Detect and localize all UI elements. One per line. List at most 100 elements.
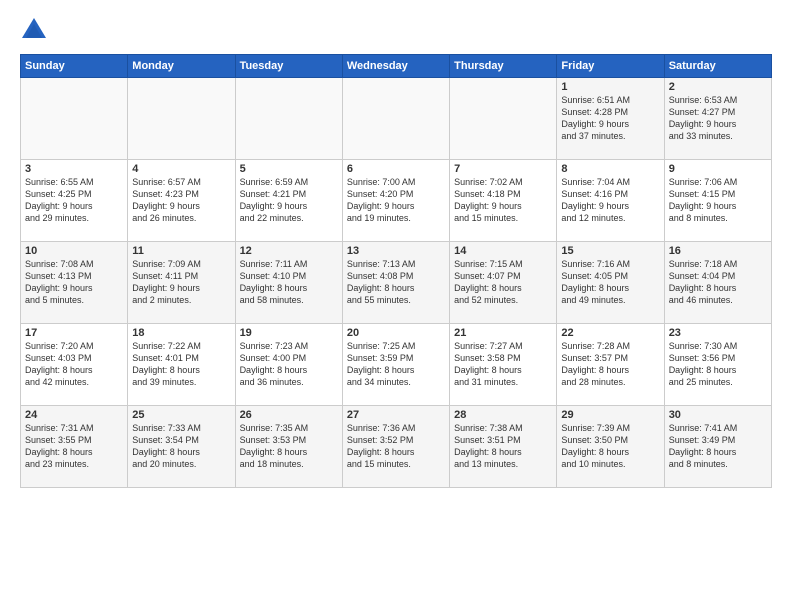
day-info: Sunrise: 7:16 AM Sunset: 4:05 PM Dayligh… (561, 258, 659, 307)
day-info: Sunrise: 6:53 AM Sunset: 4:27 PM Dayligh… (669, 94, 767, 143)
day-info: Sunrise: 7:00 AM Sunset: 4:20 PM Dayligh… (347, 176, 445, 225)
calendar-cell: 6Sunrise: 7:00 AM Sunset: 4:20 PM Daylig… (342, 160, 449, 242)
calendar-cell: 19Sunrise: 7:23 AM Sunset: 4:00 PM Dayli… (235, 324, 342, 406)
calendar-cell: 7Sunrise: 7:02 AM Sunset: 4:18 PM Daylig… (450, 160, 557, 242)
calendar-cell: 28Sunrise: 7:38 AM Sunset: 3:51 PM Dayli… (450, 406, 557, 488)
day-number: 7 (454, 163, 552, 175)
weekday-header-tuesday: Tuesday (235, 55, 342, 78)
calendar-cell: 4Sunrise: 6:57 AM Sunset: 4:23 PM Daylig… (128, 160, 235, 242)
weekday-header-saturday: Saturday (664, 55, 771, 78)
calendar-cell: 13Sunrise: 7:13 AM Sunset: 4:08 PM Dayli… (342, 242, 449, 324)
calendar-cell: 9Sunrise: 7:06 AM Sunset: 4:15 PM Daylig… (664, 160, 771, 242)
calendar-cell: 15Sunrise: 7:16 AM Sunset: 4:05 PM Dayli… (557, 242, 664, 324)
day-number: 5 (240, 163, 338, 175)
day-number: 23 (669, 327, 767, 339)
calendar-cell: 24Sunrise: 7:31 AM Sunset: 3:55 PM Dayli… (21, 406, 128, 488)
calendar-cell (450, 78, 557, 160)
calendar-cell: 3Sunrise: 6:55 AM Sunset: 4:25 PM Daylig… (21, 160, 128, 242)
day-info: Sunrise: 7:08 AM Sunset: 4:13 PM Dayligh… (25, 258, 123, 307)
day-number: 1 (561, 81, 659, 93)
day-number: 13 (347, 245, 445, 257)
calendar-cell: 8Sunrise: 7:04 AM Sunset: 4:16 PM Daylig… (557, 160, 664, 242)
calendar-cell: 16Sunrise: 7:18 AM Sunset: 4:04 PM Dayli… (664, 242, 771, 324)
weekday-header-sunday: Sunday (21, 55, 128, 78)
day-info: Sunrise: 6:59 AM Sunset: 4:21 PM Dayligh… (240, 176, 338, 225)
day-number: 28 (454, 409, 552, 421)
day-info: Sunrise: 6:55 AM Sunset: 4:25 PM Dayligh… (25, 176, 123, 225)
day-info: Sunrise: 7:38 AM Sunset: 3:51 PM Dayligh… (454, 422, 552, 471)
day-number: 21 (454, 327, 552, 339)
weekday-header-friday: Friday (557, 55, 664, 78)
calendar-cell: 29Sunrise: 7:39 AM Sunset: 3:50 PM Dayli… (557, 406, 664, 488)
day-info: Sunrise: 7:13 AM Sunset: 4:08 PM Dayligh… (347, 258, 445, 307)
calendar-cell: 17Sunrise: 7:20 AM Sunset: 4:03 PM Dayli… (21, 324, 128, 406)
logo-icon (20, 16, 48, 44)
day-info: Sunrise: 7:11 AM Sunset: 4:10 PM Dayligh… (240, 258, 338, 307)
logo (20, 16, 52, 44)
calendar-cell (342, 78, 449, 160)
header (20, 16, 772, 44)
day-number: 11 (132, 245, 230, 257)
week-row-4: 24Sunrise: 7:31 AM Sunset: 3:55 PM Dayli… (21, 406, 772, 488)
day-number: 8 (561, 163, 659, 175)
day-number: 30 (669, 409, 767, 421)
calendar-cell: 5Sunrise: 6:59 AM Sunset: 4:21 PM Daylig… (235, 160, 342, 242)
calendar-cell: 27Sunrise: 7:36 AM Sunset: 3:52 PM Dayli… (342, 406, 449, 488)
calendar-cell: 21Sunrise: 7:27 AM Sunset: 3:58 PM Dayli… (450, 324, 557, 406)
day-number: 25 (132, 409, 230, 421)
weekday-header-thursday: Thursday (450, 55, 557, 78)
calendar-cell (128, 78, 235, 160)
day-info: Sunrise: 7:33 AM Sunset: 3:54 PM Dayligh… (132, 422, 230, 471)
day-info: Sunrise: 7:23 AM Sunset: 4:00 PM Dayligh… (240, 340, 338, 389)
day-info: Sunrise: 7:04 AM Sunset: 4:16 PM Dayligh… (561, 176, 659, 225)
day-info: Sunrise: 7:28 AM Sunset: 3:57 PM Dayligh… (561, 340, 659, 389)
calendar-cell: 30Sunrise: 7:41 AM Sunset: 3:49 PM Dayli… (664, 406, 771, 488)
weekday-header-wednesday: Wednesday (342, 55, 449, 78)
calendar-cell: 26Sunrise: 7:35 AM Sunset: 3:53 PM Dayli… (235, 406, 342, 488)
calendar-cell (235, 78, 342, 160)
calendar-cell (21, 78, 128, 160)
day-info: Sunrise: 6:57 AM Sunset: 4:23 PM Dayligh… (132, 176, 230, 225)
day-info: Sunrise: 7:06 AM Sunset: 4:15 PM Dayligh… (669, 176, 767, 225)
day-number: 26 (240, 409, 338, 421)
calendar-cell: 12Sunrise: 7:11 AM Sunset: 4:10 PM Dayli… (235, 242, 342, 324)
day-number: 16 (669, 245, 767, 257)
calendar-cell: 2Sunrise: 6:53 AM Sunset: 4:27 PM Daylig… (664, 78, 771, 160)
calendar-cell: 10Sunrise: 7:08 AM Sunset: 4:13 PM Dayli… (21, 242, 128, 324)
day-info: Sunrise: 7:36 AM Sunset: 3:52 PM Dayligh… (347, 422, 445, 471)
day-info: Sunrise: 7:41 AM Sunset: 3:49 PM Dayligh… (669, 422, 767, 471)
day-number: 14 (454, 245, 552, 257)
day-number: 18 (132, 327, 230, 339)
day-number: 2 (669, 81, 767, 93)
day-number: 17 (25, 327, 123, 339)
day-info: Sunrise: 7:27 AM Sunset: 3:58 PM Dayligh… (454, 340, 552, 389)
calendar-cell: 23Sunrise: 7:30 AM Sunset: 3:56 PM Dayli… (664, 324, 771, 406)
weekday-header-row: SundayMondayTuesdayWednesdayThursdayFrid… (21, 55, 772, 78)
week-row-3: 17Sunrise: 7:20 AM Sunset: 4:03 PM Dayli… (21, 324, 772, 406)
calendar-cell: 25Sunrise: 7:33 AM Sunset: 3:54 PM Dayli… (128, 406, 235, 488)
day-info: Sunrise: 7:30 AM Sunset: 3:56 PM Dayligh… (669, 340, 767, 389)
day-info: Sunrise: 7:20 AM Sunset: 4:03 PM Dayligh… (25, 340, 123, 389)
calendar-cell: 20Sunrise: 7:25 AM Sunset: 3:59 PM Dayli… (342, 324, 449, 406)
day-number: 9 (669, 163, 767, 175)
day-info: Sunrise: 7:15 AM Sunset: 4:07 PM Dayligh… (454, 258, 552, 307)
day-number: 22 (561, 327, 659, 339)
day-info: Sunrise: 7:18 AM Sunset: 4:04 PM Dayligh… (669, 258, 767, 307)
day-info: Sunrise: 7:02 AM Sunset: 4:18 PM Dayligh… (454, 176, 552, 225)
day-number: 19 (240, 327, 338, 339)
day-number: 10 (25, 245, 123, 257)
day-info: Sunrise: 7:31 AM Sunset: 3:55 PM Dayligh… (25, 422, 123, 471)
day-number: 15 (561, 245, 659, 257)
week-row-2: 10Sunrise: 7:08 AM Sunset: 4:13 PM Dayli… (21, 242, 772, 324)
day-number: 3 (25, 163, 123, 175)
day-info: Sunrise: 7:09 AM Sunset: 4:11 PM Dayligh… (132, 258, 230, 307)
day-number: 12 (240, 245, 338, 257)
calendar-cell: 18Sunrise: 7:22 AM Sunset: 4:01 PM Dayli… (128, 324, 235, 406)
calendar-cell: 14Sunrise: 7:15 AM Sunset: 4:07 PM Dayli… (450, 242, 557, 324)
week-row-1: 3Sunrise: 6:55 AM Sunset: 4:25 PM Daylig… (21, 160, 772, 242)
day-number: 29 (561, 409, 659, 421)
day-number: 4 (132, 163, 230, 175)
calendar-table: SundayMondayTuesdayWednesdayThursdayFrid… (20, 54, 772, 488)
calendar-cell: 1Sunrise: 6:51 AM Sunset: 4:28 PM Daylig… (557, 78, 664, 160)
page: SundayMondayTuesdayWednesdayThursdayFrid… (0, 0, 792, 612)
